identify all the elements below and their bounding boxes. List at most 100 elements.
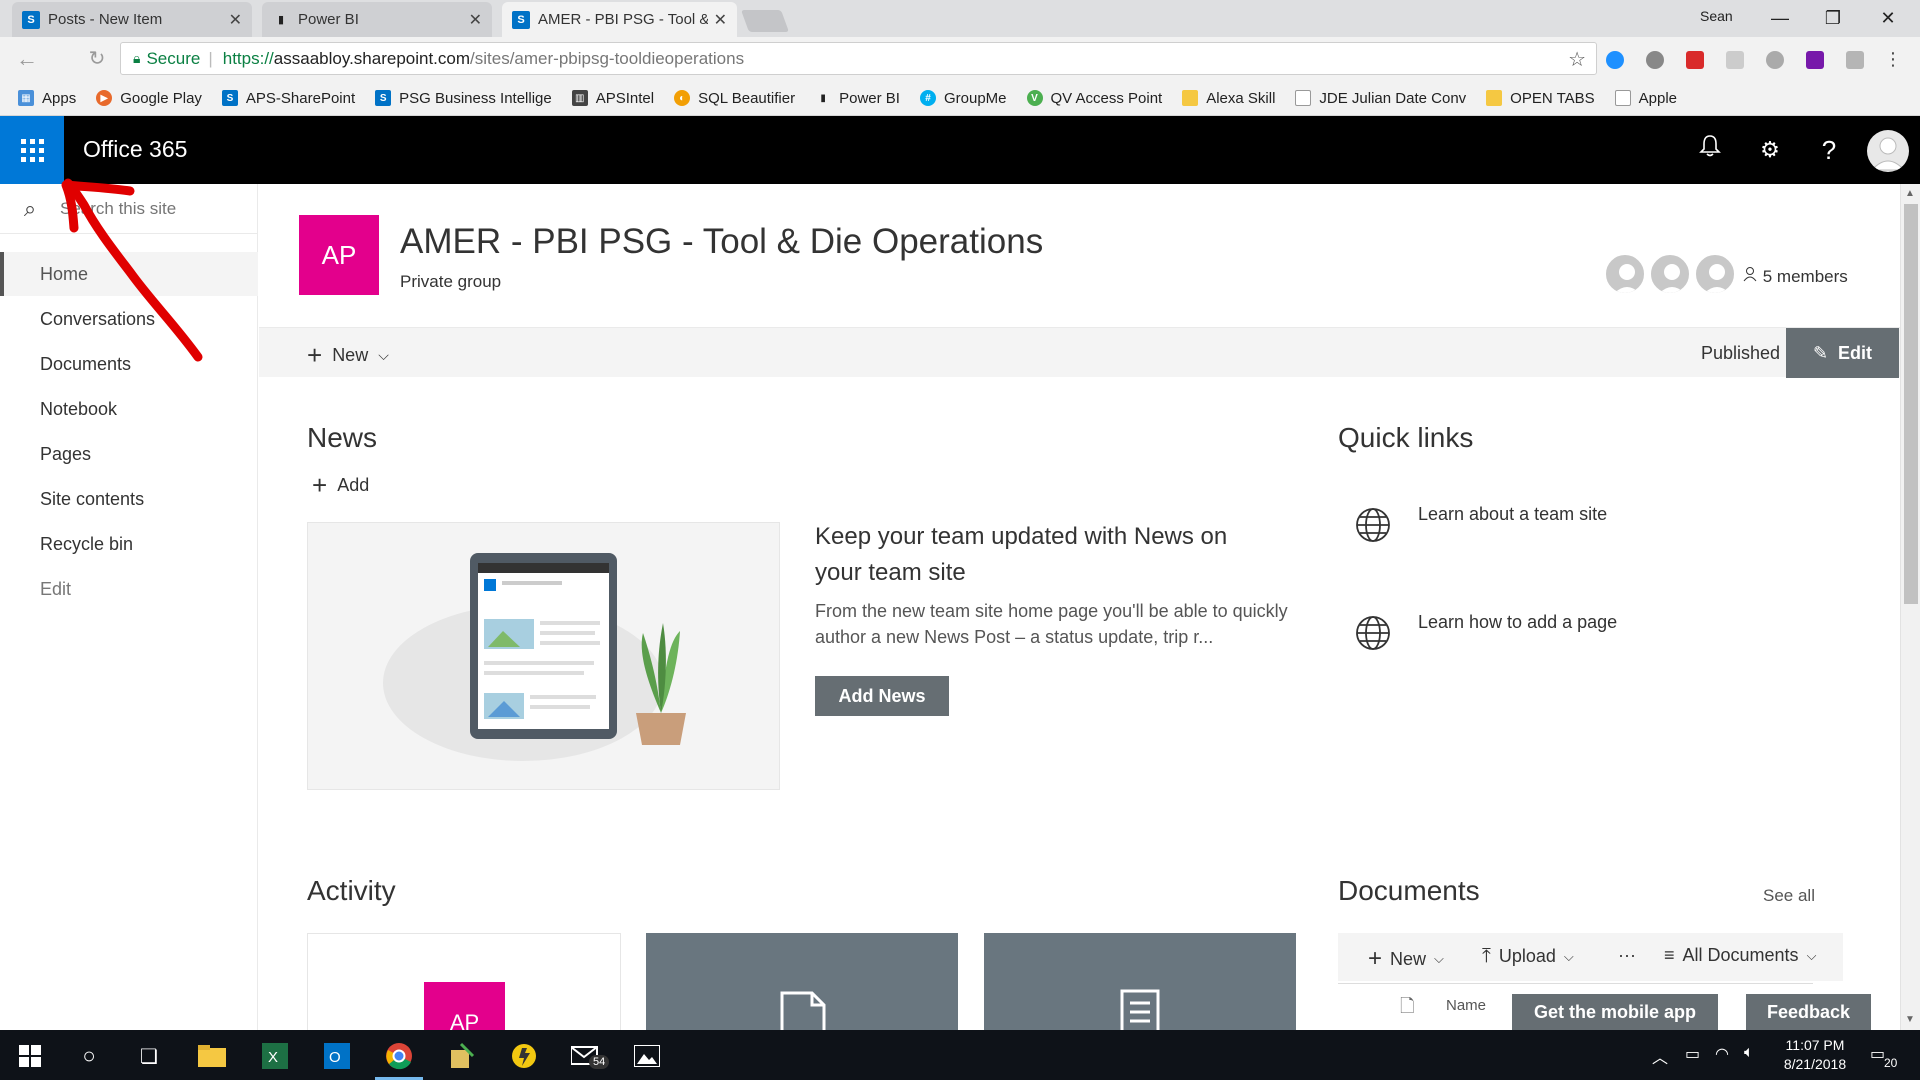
windows-start-icon[interactable] [14,1040,46,1072]
doc-upload-button[interactable]: ⤒ Upload ⌵ [1482,945,1574,968]
doc-view-selector[interactable]: ≡ All Documents ⌵ [1664,945,1816,966]
power-bi-desktop-icon[interactable] [508,1040,540,1072]
minimize-icon[interactable]: — [1760,4,1800,32]
battery-icon[interactable]: ▭ [1685,1044,1700,1064]
cortana-search-icon[interactable]: ○ [73,1040,105,1072]
bookmark-psg-bi[interactable]: S PSG Business Intellige [375,90,552,107]
divider: | [208,48,213,68]
nav-item-home[interactable]: Home [0,252,258,296]
site-title[interactable]: AMER - PBI PSG - Tool & Die Operations [400,222,1043,262]
bookmark-google-play[interactable]: ▶ Google Play [96,90,202,107]
nav-item-pages[interactable]: Pages [0,432,258,476]
activity-card[interactable] [984,933,1296,1038]
system-clock[interactable]: 11:07 PM 8/21/2018 [1770,1036,1860,1074]
bookmark-aps-sharepoint[interactable]: S APS-SharePoint [221,90,355,107]
browser-tab[interactable]: S Posts - New Item ✕ [12,2,252,37]
drive-extension-icon[interactable] [1846,51,1864,69]
suite-title[interactable]: Office 365 [83,136,187,163]
nav-item-conversations[interactable]: Conversations [0,297,258,341]
nav-item-recycle-bin[interactable]: Recycle bin [0,522,258,566]
quick-link-team-site[interactable]: Learn about a team site [1418,504,1607,525]
bookmark-qv-access-point[interactable]: V QV Access Point [1026,90,1162,107]
red-extension-icon[interactable] [1686,51,1704,69]
site-search-input[interactable] [60,198,240,219]
menu-icon[interactable]: ⋮ [1878,45,1908,73]
browser-tab[interactable]: ▮ Power BI ✕ [262,2,492,37]
news-illustration [307,522,780,790]
members-link[interactable]: 5 members [1742,266,1848,287]
tab-title: AMER - PBI PSG - Tool & [538,11,708,28]
restore-icon[interactable]: ❐ [1813,4,1853,32]
nav-item-edit[interactable]: Edit [0,567,258,611]
see-all-link[interactable]: See all [1763,886,1815,906]
browser-tab-active[interactable]: S AMER - PBI PSG - Tool & ✕ [502,2,737,37]
photos-icon[interactable] [631,1040,663,1072]
page-scrollbar[interactable]: ▲ ▼ [1900,184,1920,1030]
quick-link-add-page[interactable]: Learn how to add a page [1418,612,1617,633]
user-avatar[interactable] [1867,130,1909,172]
nav-item-site-contents[interactable]: Site contents [0,477,258,521]
bookmark-power-bi[interactable]: ▮ Power BI [815,90,900,107]
help-icon[interactable]: ? [1813,134,1845,166]
bookmark-groupme[interactable]: # GroupMe [919,90,1007,107]
scroll-down-arrow-icon[interactable]: ▼ [1905,1014,1915,1025]
cloud-extension-icon[interactable] [1646,51,1664,69]
task-view-icon[interactable]: ❏ [133,1040,165,1072]
gear-icon[interactable]: ⚙ [1754,134,1786,166]
volume-icon[interactable]: 🔈︎ [1744,1044,1754,1062]
member-avatar[interactable] [1604,253,1646,295]
pdf-extension-icon[interactable] [1726,51,1744,69]
bookmark-alexa-skill[interactable]: Alexa Skill [1182,90,1275,107]
site-logo[interactable]: AP [299,215,379,295]
doc-new-button[interactable]: + New ⌵ [1368,945,1444,973]
bookmark-label: Google Play [120,89,202,107]
outlook-icon[interactable]: O [321,1040,353,1072]
column-name-header[interactable]: Name [1446,997,1486,1014]
add-news-button[interactable]: Add News [815,676,949,716]
tools-app-icon[interactable] [445,1040,477,1072]
close-icon[interactable]: ✕ [229,10,242,30]
chevron-up-icon[interactable]: ︿ [1652,1044,1668,1068]
bell-icon[interactable] [1694,134,1726,166]
add-news-link[interactable]: + Add [312,470,369,501]
page-command-bar: + New ⌵ Published ✎ Edit [259,327,1900,378]
app-launcher-waffle-icon[interactable] [0,116,64,184]
close-icon[interactable]: ✕ [469,10,482,30]
member-avatar[interactable] [1694,253,1736,295]
nav-item-notebook[interactable]: Notebook [0,387,258,431]
bookmark-open-tabs[interactable]: OPEN TABS [1486,90,1595,107]
address-bar[interactable]: 🔒︎ Secure | https:// assaabloy.sharepoin… [120,42,1597,75]
bookmark-jde-julian[interactable]: JDE Julian Date Conv [1295,90,1466,107]
onenote-extension-icon[interactable] [1806,51,1824,69]
new-menu-button[interactable]: + New ⌵ [307,340,389,371]
bookmark-apps[interactable]: ▦ Apps [18,90,76,107]
bookmark-apple[interactable]: Apple [1614,90,1677,107]
bookmark-sql-beautifier[interactable]: ◐ SQL Beautifier [674,90,795,107]
reload-icon[interactable]: ↻ [82,45,112,73]
circle-extension-icon[interactable] [1766,51,1784,69]
bookmark-label: PSG Business Intellige [399,89,552,107]
wifi-icon[interactable]: ◠ [1715,1044,1729,1064]
member-avatar[interactable] [1649,253,1691,295]
back-icon[interactable]: ← [12,45,42,73]
onedrive-extension-icon[interactable] [1606,51,1624,69]
notifications-icon[interactable]: ▭ [1870,1044,1885,1064]
new-tab-button[interactable] [740,10,790,32]
chrome-icon[interactable] [383,1040,415,1072]
profile-name[interactable]: Sean [1700,8,1733,24]
bookmark-star-icon[interactable]: ☆ [1568,47,1586,72]
scroll-up-arrow-icon[interactable]: ▲ [1905,188,1915,199]
feedback-button[interactable]: Feedback [1746,994,1871,1030]
news-description: From the new team site home page you'll … [815,601,1288,647]
close-window-icon[interactable]: ✕ [1868,4,1908,32]
nav-item-documents[interactable]: Documents [0,342,258,386]
get-mobile-app-button[interactable]: Get the mobile app [1512,994,1718,1030]
doc-more-button[interactable]: ··· [1618,945,1636,966]
file-explorer-icon[interactable] [196,1040,228,1072]
edit-page-button[interactable]: ✎ Edit [1786,328,1899,378]
activity-card[interactable] [646,933,958,1030]
bookmark-apsintel[interactable]: ▥ APSIntel [571,90,654,107]
excel-icon[interactable]: X [259,1040,291,1072]
scrollbar-thumb[interactable] [1904,204,1918,604]
close-icon[interactable]: ✕ [714,10,727,30]
